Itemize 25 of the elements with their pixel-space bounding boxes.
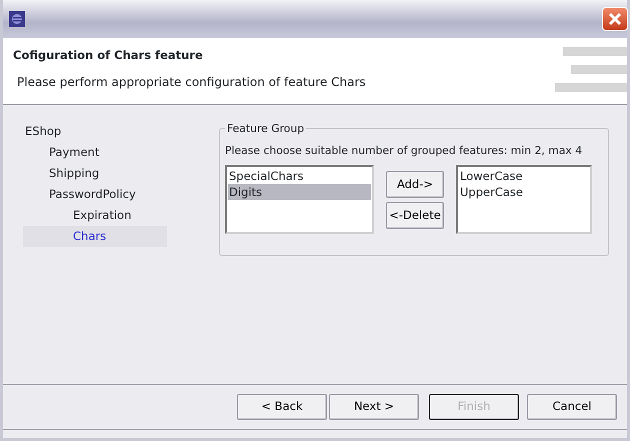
cancel-button[interactable]: Cancel xyxy=(527,394,617,420)
list-item[interactable]: SpecialChars xyxy=(228,168,371,184)
selected-list[interactable]: LowerCase UpperCase xyxy=(456,165,592,234)
tree-item[interactable]: Expiration xyxy=(23,205,167,226)
list-item[interactable]: LowerCase xyxy=(459,168,589,184)
back-button[interactable]: < Back xyxy=(237,394,327,420)
banner-graphic xyxy=(555,47,627,93)
list-item[interactable]: UpperCase xyxy=(459,184,589,200)
tree-item[interactable]: Chars xyxy=(23,226,167,247)
tree-item[interactable]: Payment xyxy=(23,142,167,163)
list-item[interactable]: Digits xyxy=(228,184,371,200)
tree-item[interactable]: PasswordPolicy xyxy=(23,184,167,205)
close-button[interactable] xyxy=(602,7,628,31)
group-label: Feature Group xyxy=(225,121,306,138)
available-list[interactable]: SpecialChars Digits xyxy=(225,165,374,234)
close-icon xyxy=(607,11,623,27)
page-title: Cofiguration of Chars feature xyxy=(13,47,204,64)
add-button[interactable]: Add-> xyxy=(386,171,444,198)
instruction-text: Please choose suitable number of grouped features: min 2, max 4 xyxy=(225,143,584,159)
app-icon xyxy=(9,11,25,27)
delete-button[interactable]: <-Delete xyxy=(386,202,444,230)
tree-item[interactable]: Shipping xyxy=(23,163,167,184)
page-description: Please perform appropriate configuration of feature Chars xyxy=(16,74,366,92)
tree-item[interactable]: EShop xyxy=(23,121,167,142)
next-button[interactable]: Next > xyxy=(329,394,419,420)
